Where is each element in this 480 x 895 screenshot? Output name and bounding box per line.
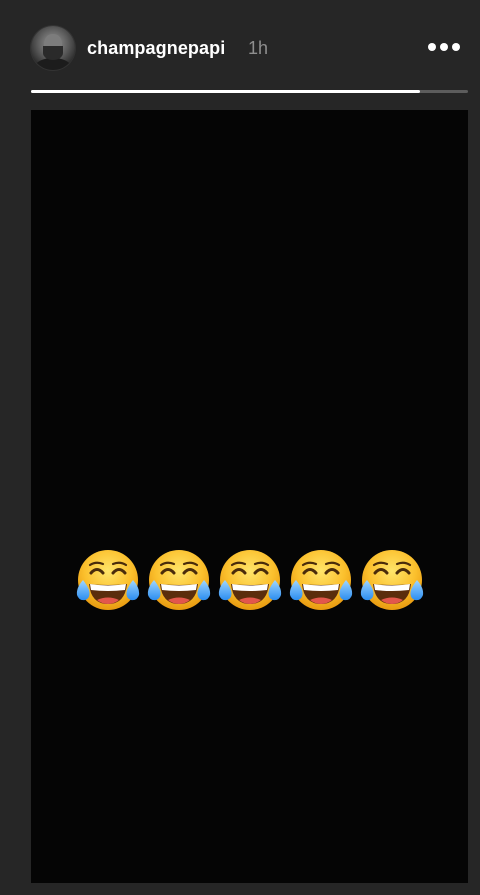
story-content[interactable] [31, 110, 468, 883]
more-options-button[interactable] [420, 30, 460, 64]
ellipsis-horizontal-icon [440, 43, 448, 51]
face-with-tears-of-joy-icon [357, 546, 427, 616]
face-with-tears-of-joy-icon [73, 546, 143, 616]
face-with-tears-of-joy-icon [215, 546, 285, 616]
face-with-tears-of-joy-icon [144, 546, 214, 616]
story-timestamp: 1h [248, 38, 269, 58]
story-progress-bar [31, 90, 468, 93]
story-header: champagnepapi 1h [0, 0, 480, 90]
avatar-beard [43, 46, 63, 60]
story-viewer: champagnepapi 1h [0, 0, 480, 895]
ellipsis-horizontal-icon [452, 43, 460, 51]
emoji-row [31, 546, 468, 616]
story-progress-fill [31, 90, 420, 93]
username-link[interactable]: champagnepapi [87, 36, 225, 60]
profile-avatar[interactable] [31, 26, 75, 70]
ellipsis-horizontal-icon [428, 43, 436, 51]
face-with-tears-of-joy-icon [286, 546, 356, 616]
